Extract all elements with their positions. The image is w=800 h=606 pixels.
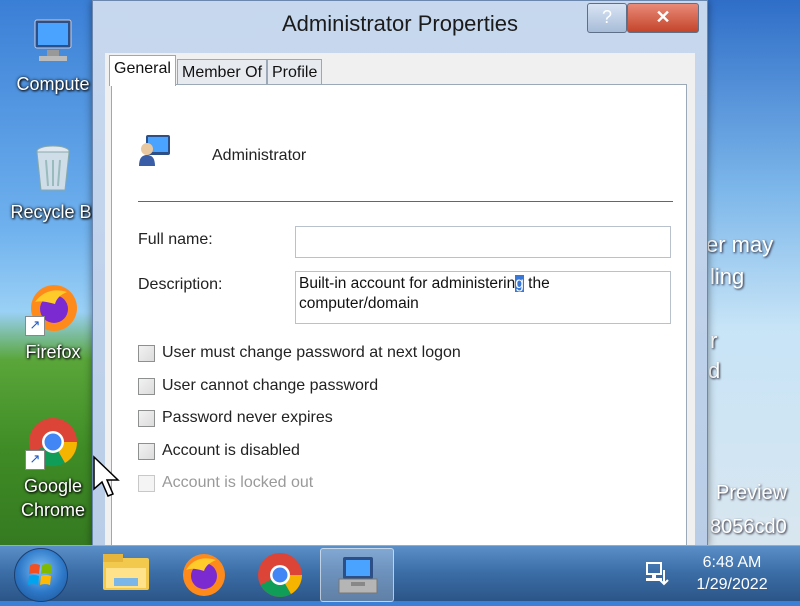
checkbox-label: Password never expires xyxy=(162,409,333,426)
chrome-icon: ↗ xyxy=(25,416,79,470)
separator xyxy=(138,201,673,203)
help-icon: ? xyxy=(601,7,612,27)
mouse-cursor-icon xyxy=(92,455,122,500)
description-text: the xyxy=(523,275,550,292)
desktop-icon-computer[interactable]: Compute xyxy=(8,14,98,96)
taskbar-firefox[interactable] xyxy=(168,548,240,600)
taskbar-chrome[interactable] xyxy=(244,548,316,600)
wallpaper-text: d xyxy=(708,358,721,383)
checkbox-box[interactable] xyxy=(138,378,155,395)
general-tab-panel: Administrator Full name: Description: Bu… xyxy=(111,84,687,548)
chrome-icon xyxy=(258,553,302,597)
description-label: Description: xyxy=(138,276,223,293)
checkbox-label: Account is disabled xyxy=(162,442,300,459)
shortcut-arrow-icon: ↗ xyxy=(25,450,45,470)
tab-profile[interactable]: Profile xyxy=(267,59,323,86)
user-icon xyxy=(138,133,172,167)
shortcut-arrow-icon: ↗ xyxy=(25,316,45,336)
wallpaper-text: ling xyxy=(710,264,745,289)
wallpaper-right: er may ling r d Preview 8056cd0 xyxy=(700,0,800,545)
checkbox-box xyxy=(138,475,155,492)
file-explorer-icon xyxy=(103,554,149,590)
dialog-client-area: General Member Of Profile Administrator … xyxy=(105,53,695,548)
desktop-icon-firefox[interactable]: ↗ Firefox xyxy=(8,282,98,364)
recycle-bin-icon xyxy=(27,142,79,194)
description-field[interactable]: Built-in account for administering the c… xyxy=(295,271,671,324)
desktop-icon-label: Compute xyxy=(16,74,90,94)
administrator-properties-dialog: Administrator Properties ? ✕ General Mem… xyxy=(92,0,708,548)
dialog-titlebar[interactable]: Administrator Properties ? ✕ xyxy=(93,1,707,47)
help-button[interactable]: ? xyxy=(587,3,627,33)
tab-general[interactable]: General xyxy=(109,55,176,86)
close-button[interactable]: ✕ xyxy=(627,3,699,33)
taskbar: 6:48 AM 1/29/2022 xyxy=(0,545,800,602)
tab-member-of[interactable]: Member Of xyxy=(177,59,268,86)
wallpaper-text: er may xyxy=(706,232,774,257)
desktop-icon-label: Recycle Bi xyxy=(10,202,96,222)
clock-time: 6:48 AM xyxy=(702,554,762,571)
taskbar-admin-tools[interactable] xyxy=(320,548,394,602)
user-name: Administrator xyxy=(212,147,307,164)
network-icon[interactable] xyxy=(644,560,670,586)
checkbox-label: User must change password at next logon xyxy=(162,344,461,361)
full-name-field[interactable] xyxy=(295,226,671,258)
system-clock[interactable]: 6:48 AM 1/29/2022 xyxy=(682,552,782,596)
description-line-2: computer/domain xyxy=(299,295,419,312)
clock-date: 1/29/2022 xyxy=(696,576,768,593)
desktop-icon-label: Firefox xyxy=(25,342,81,362)
checkbox-label: Account is locked out xyxy=(162,474,314,491)
taskbar-file-explorer[interactable] xyxy=(90,548,162,600)
close-icon: ✕ xyxy=(655,7,671,27)
admin-tools-icon xyxy=(338,557,378,594)
text-selection: g xyxy=(515,275,524,292)
start-button[interactable] xyxy=(14,548,68,602)
checkbox-box[interactable] xyxy=(138,443,155,460)
description-text: Built-in account for administerin xyxy=(299,275,516,292)
desktop-icon-recycle-bin[interactable]: Recycle Bi xyxy=(8,142,98,224)
description-line-1: Built-in account for administering the xyxy=(299,274,667,294)
wallpaper-text: Preview xyxy=(716,482,788,504)
wallpaper-text: r xyxy=(710,328,718,353)
full-name-label: Full name: xyxy=(138,231,213,248)
checkbox-box[interactable] xyxy=(138,410,155,427)
computer-icon xyxy=(27,14,79,66)
firefox-icon xyxy=(183,554,225,596)
checkbox-label: User cannot change password xyxy=(162,377,379,394)
firefox-icon: ↗ xyxy=(25,282,79,336)
start-icon xyxy=(28,564,52,585)
checkbox-box[interactable] xyxy=(138,345,155,362)
desktop-icon-label-line2: Chrome xyxy=(20,500,86,520)
desktop-icon-chrome[interactable]: ↗ Google Chrome xyxy=(8,416,98,522)
desktop-icon-label: Google xyxy=(23,476,83,496)
wallpaper-text: 8056cd0 xyxy=(710,516,787,538)
